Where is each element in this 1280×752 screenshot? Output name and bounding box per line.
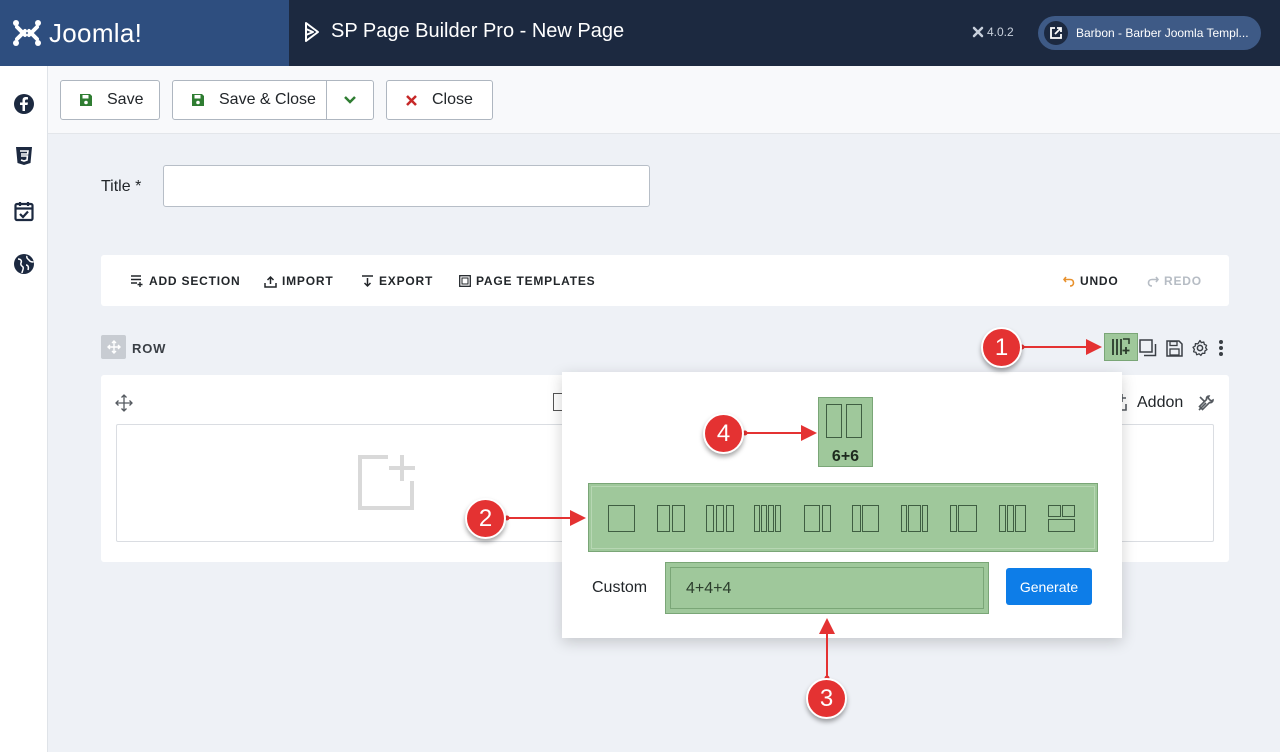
- calendar-check-icon[interactable]: [12, 199, 36, 223]
- layout-option-3-3-6[interactable]: [999, 505, 1026, 532]
- builder-toolbar: ADD SECTION IMPORT EXPORT PAGE TEMPLATES…: [101, 255, 1229, 306]
- layout-options: [588, 483, 1098, 552]
- row-label: ROW: [132, 341, 167, 356]
- save-button[interactable]: Save: [60, 80, 160, 120]
- external-link-icon: [1044, 21, 1068, 45]
- save-icon: [191, 93, 205, 107]
- redo-icon: [1147, 276, 1159, 287]
- close-label: Close: [432, 91, 473, 108]
- copy-icon: [1139, 339, 1157, 357]
- custom-layout-value[interactable]: 4+4+4: [670, 567, 984, 609]
- add-section-label: ADD SECTION: [149, 274, 241, 288]
- custom-layout-input[interactable]: 4+4+4: [665, 562, 989, 614]
- chevron-down-icon: [344, 96, 356, 104]
- title-input[interactable]: [163, 165, 650, 207]
- undo-button[interactable]: UNDO: [1063, 274, 1119, 288]
- page-templates-button[interactable]: PAGE TEMPLATES: [459, 274, 595, 288]
- save-close-button[interactable]: Save & Close: [172, 80, 374, 120]
- move-icon: [106, 340, 121, 354]
- css3-icon[interactable]: [12, 144, 36, 168]
- floppy-icon: [1165, 339, 1183, 357]
- layout-option-4-8[interactable]: [852, 505, 879, 532]
- gear-icon: [1192, 339, 1208, 357]
- row-more-button[interactable]: [1210, 337, 1232, 359]
- save-row-button[interactable]: [1163, 337, 1185, 359]
- preview-label: 6+6: [831, 448, 860, 465]
- duplicate-row-button[interactable]: [1137, 337, 1159, 359]
- view-site-button[interactable]: Barbon - Barber Joomla Templ...: [1038, 16, 1261, 50]
- redo-label: REDO: [1164, 274, 1202, 288]
- page-title: SP Page Builder Pro - New Page: [303, 20, 624, 43]
- joomla-small-icon: [972, 26, 984, 38]
- callout-2: 2: [465, 498, 506, 539]
- columns-add-icon: [1112, 338, 1130, 355]
- sp-builder-icon: [305, 21, 319, 42]
- save-label: Save: [107, 91, 144, 108]
- column-layout-button[interactable]: [1104, 333, 1138, 361]
- import-button[interactable]: IMPORT: [264, 274, 333, 288]
- save-icon: [79, 93, 93, 107]
- globe-icon[interactable]: [12, 252, 36, 276]
- layout-option-12[interactable]: [608, 505, 635, 532]
- tools-icon[interactable]: [1197, 394, 1215, 417]
- upload-icon: [264, 275, 277, 288]
- page-title-text: SP Page Builder Pro - New Page: [331, 20, 625, 42]
- title-label: Title *: [101, 178, 142, 195]
- joomla-icon: [13, 20, 41, 46]
- close-icon: [405, 94, 418, 107]
- header: Joomla! SP Page Builder Pro - New Page 4…: [0, 0, 1280, 66]
- column-move-icon[interactable]: [115, 394, 133, 417]
- layout-preview: 6+6: [818, 397, 873, 467]
- callout-4: 4: [703, 413, 744, 454]
- export-label: EXPORT: [379, 274, 434, 288]
- undo-label: UNDO: [1080, 274, 1119, 288]
- add-addon-icon[interactable]: [358, 454, 416, 517]
- sidebar: [0, 66, 48, 752]
- layout-option-4-4-4[interactable]: [706, 505, 734, 532]
- redo-button[interactable]: REDO: [1147, 274, 1202, 288]
- layout-option-3-6-3[interactable]: [901, 505, 928, 532]
- template-icon: [459, 275, 471, 287]
- site-link-text: Barbon - Barber Joomla Templ...: [1076, 26, 1249, 40]
- download-icon: [362, 274, 373, 287]
- version-badge: 4.0.2: [972, 25, 1014, 39]
- preview-columns: [826, 404, 862, 438]
- add-section-button[interactable]: ADD SECTION: [131, 274, 240, 288]
- toolbar: Save Save & Close Close: [48, 66, 1280, 134]
- addon-label[interactable]: Addon: [1137, 394, 1183, 412]
- page-templates-label: PAGE TEMPLATES: [476, 274, 596, 288]
- add-section-icon: [131, 275, 143, 287]
- joomla-logo[interactable]: Joomla!: [0, 0, 289, 66]
- more-vertical-icon: [1219, 340, 1223, 356]
- layout-option-stacked[interactable]: [1048, 505, 1075, 532]
- custom-label: Custom: [592, 579, 648, 596]
- callout-3: 3: [806, 678, 847, 719]
- import-label: IMPORT: [282, 274, 334, 288]
- save-dropdown-toggle[interactable]: [326, 81, 373, 119]
- layout-option-8-4[interactable]: [804, 505, 831, 532]
- brand-name: Joomla!: [49, 17, 143, 48]
- undo-icon: [1063, 276, 1075, 287]
- facebook-icon[interactable]: [12, 92, 36, 116]
- layout-option-3-9[interactable]: [950, 505, 977, 532]
- layout-option-6-6[interactable]: [657, 505, 685, 532]
- callout-1: 1: [981, 327, 1022, 368]
- close-button[interactable]: Close: [386, 80, 493, 120]
- export-button[interactable]: EXPORT: [361, 274, 433, 288]
- row-drag-handle[interactable]: [101, 335, 126, 359]
- row-settings-button[interactable]: [1189, 337, 1211, 359]
- layout-option-3-3-3-3[interactable]: [754, 505, 781, 532]
- generate-button[interactable]: Generate: [1006, 568, 1092, 605]
- version-text: 4.0.2: [987, 25, 1014, 39]
- save-close-label: Save & Close: [219, 91, 316, 108]
